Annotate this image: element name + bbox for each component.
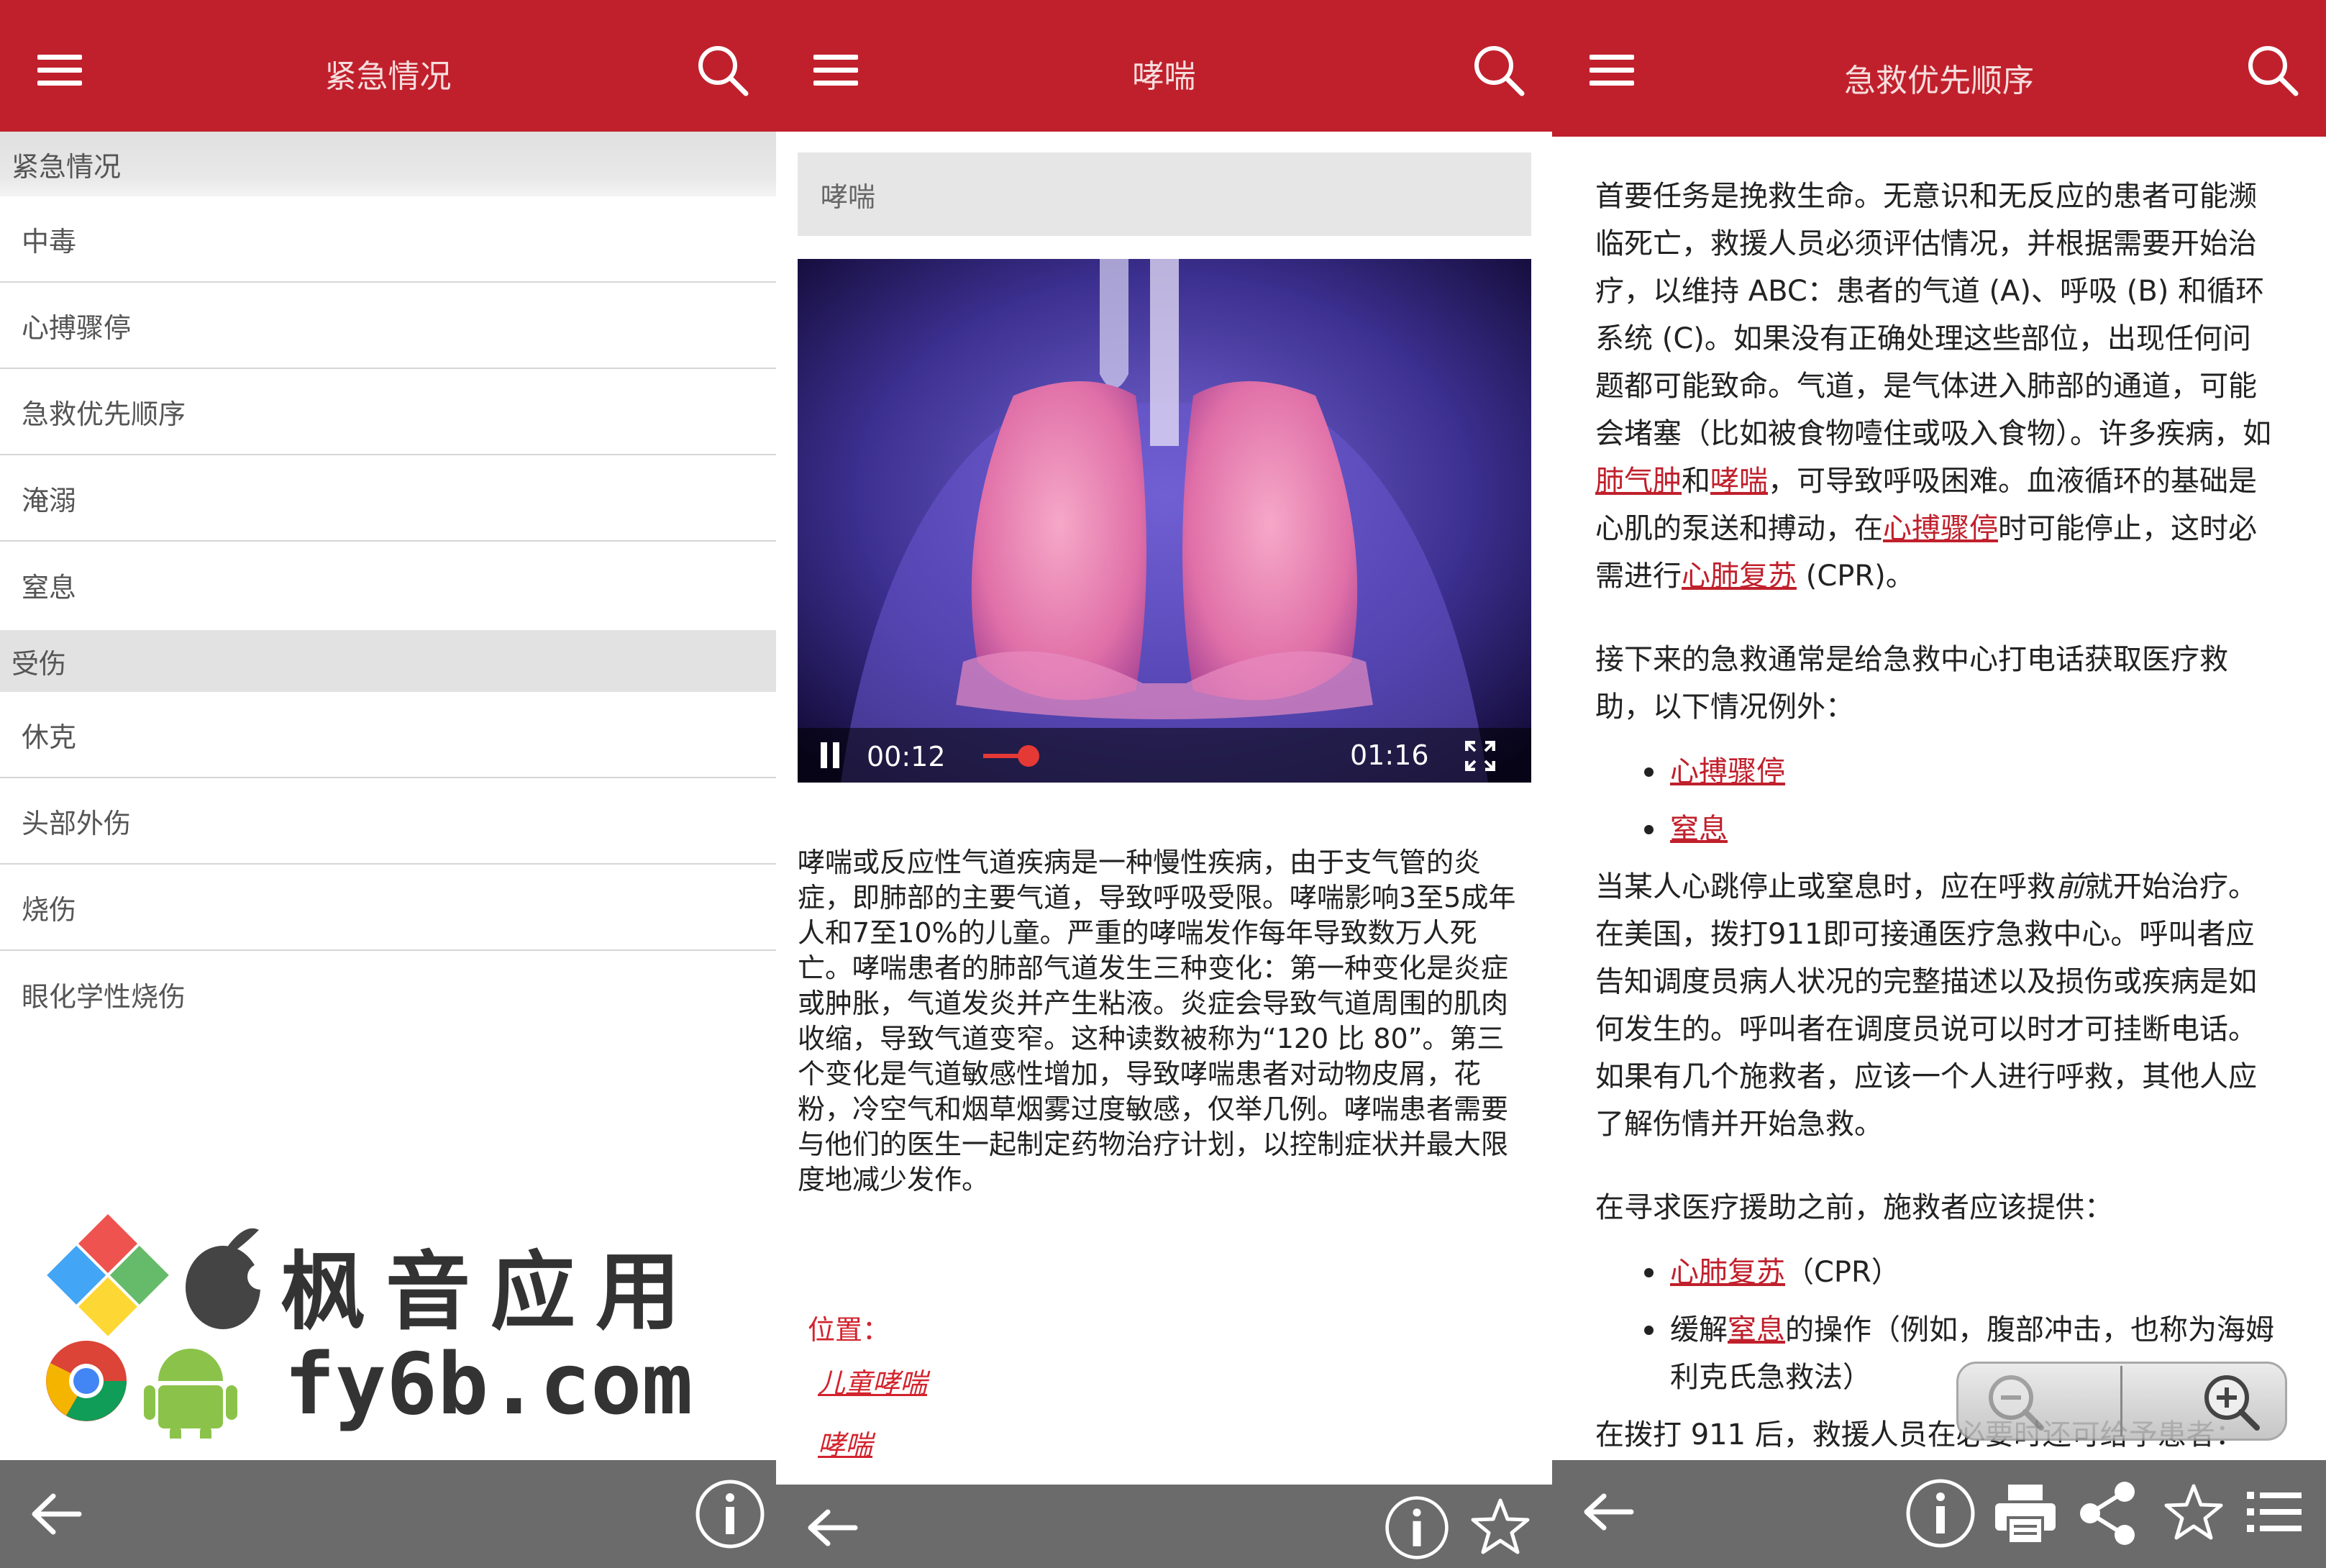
zoom-out-icon[interactable] (1985, 1372, 2045, 1432)
fullscreen-icon[interactable] (1465, 741, 1495, 771)
print-icon[interactable] (1992, 1482, 2058, 1546)
video-duration: 01:16 (1350, 739, 1429, 771)
pause-icon[interactable] (819, 741, 841, 770)
video-controls: 00:12 01:16 (798, 728, 1531, 783)
bottom-toolbar (776, 1485, 1552, 1568)
app-header: 哮喘 (776, 0, 1552, 132)
page-title: 紧急情况 (324, 58, 452, 95)
paragraph: 接下来的急救通常是给急救中心打电话获取医疗救助，以下情况例外： (1595, 643, 2228, 724)
list-item[interactable]: 淹溺 (0, 455, 776, 542)
video-player[interactable]: 00:12 01:16 (798, 259, 1531, 783)
article-body: 首要任务是挽救生命。无意识和无反应的患者可能濒临死亡，救援人员必须评估情况，并根… (1595, 173, 2279, 1459)
section-header-emergency: 紧急情况 (0, 132, 776, 196)
paragraph: 当某人心跳停止或窒息时，应在呼救前就开始治疗。在美国，拨打911即可接通医疗急救… (1595, 870, 2257, 1141)
list-item: 心搏骤停 (1595, 748, 2279, 796)
app-header: 急救优先顺序 (1552, 0, 2326, 137)
link-cardiac-arrest[interactable]: 心搏骤停 (1883, 512, 1998, 545)
list-item[interactable]: 眼化学性烧伤 (0, 951, 776, 1037)
panel-asthma-detail: 哮喘 哮喘 00:12 01:16 哮喘或反应性气道疾病是一种慢性疾病，由于支气… (776, 0, 1552, 1568)
link-choking[interactable]: 窒息 (1728, 1313, 1785, 1346)
zoom-control (1956, 1362, 2287, 1441)
list-item[interactable]: 烧伤 (0, 865, 776, 951)
video-current-time: 00:12 (867, 741, 946, 772)
section-header-injury: 受伤 (0, 630, 776, 692)
page-title: 哮喘 (1132, 58, 1196, 95)
list-item[interactable]: 中毒 (0, 196, 776, 283)
paragraph: 首要任务是挽救生命。无意识和无反应的患者可能濒临死亡，救援人员必须评估情况，并根… (1595, 180, 2271, 593)
watermark-logo: 枫音应用 fy6b.com (36, 1208, 726, 1447)
link-cpr[interactable]: 心肺复苏 (1682, 560, 1797, 593)
panel-first-aid-priority: 急救优先顺序 首要任务是挽救生命。无意识和无反应的患者可能濒临死亡，救援人员必须… (1552, 0, 2326, 1568)
search-icon[interactable] (1472, 43, 1526, 98)
back-arrow-icon[interactable] (1581, 1490, 1636, 1533)
panel-emergency-list: 紧急情况 紧急情况 中毒 心搏骤停 急救优先顺序 淹溺 窒息 受伤 休克 头部外… (0, 0, 776, 1568)
link-asthma[interactable]: 哮喘 (1710, 465, 1768, 498)
topic-title: 哮喘 (798, 152, 1531, 236)
video-frame-lungs (798, 259, 1531, 783)
back-arrow-icon[interactable] (29, 1489, 83, 1539)
star-icon[interactable] (1470, 1498, 1531, 1555)
app-header: 紧急情况 (0, 0, 776, 132)
list-item: 窒息 (1595, 806, 2279, 853)
list-item[interactable]: 心搏骤停 (0, 283, 776, 369)
paragraph: 在寻求医疗援助之前，施救者应该提供： (1595, 1191, 2113, 1224)
share-icon[interactable] (2077, 1480, 2138, 1546)
watermark-cn-text: 枫音应用 (281, 1242, 701, 1341)
watermark-url-text: fy6b.com (284, 1334, 693, 1433)
link-cpr[interactable]: 心肺复苏 (1670, 1256, 1785, 1289)
search-icon[interactable] (695, 43, 750, 98)
info-icon[interactable] (694, 1478, 766, 1550)
video-seek-handle[interactable] (1018, 745, 1039, 767)
location-link[interactable]: 儿童哮喘 (818, 1361, 927, 1400)
link-choking[interactable]: 窒息 (1670, 813, 1728, 846)
bottom-toolbar (0, 1460, 776, 1568)
location-link[interactable]: 哮喘 (818, 1423, 872, 1462)
info-icon[interactable] (1905, 1477, 1976, 1549)
link-emphysema[interactable]: 肺气肿 (1595, 465, 1682, 498)
zoom-in-icon[interactable] (2201, 1372, 2261, 1432)
list-item[interactable]: 休克 (0, 692, 776, 778)
list-icon[interactable] (2247, 1490, 2302, 1533)
star-icon[interactable] (2163, 1483, 2224, 1541)
article-body: 哮喘或反应性气道疾病是一种慢性疾病，由于支气管的炎症，即肺部的主要气道，导致呼吸… (798, 847, 1516, 1195)
list-item[interactable]: 急救优先顺序 (0, 369, 776, 455)
list-item[interactable]: 窒息 (0, 542, 776, 628)
location-label: 位置： (808, 1314, 890, 1346)
link-cardiac-arrest[interactable]: 心搏骤停 (1670, 755, 1785, 788)
back-arrow-icon[interactable] (805, 1506, 859, 1549)
bottom-toolbar (1552, 1460, 2326, 1568)
list-item[interactable]: 头部外伤 (0, 778, 776, 865)
info-icon[interactable] (1384, 1495, 1450, 1561)
page-title: 急救优先顺序 (1844, 63, 2034, 99)
list-item: 心肺复苏（CPR） (1595, 1249, 2279, 1296)
search-icon[interactable] (2245, 43, 2300, 98)
